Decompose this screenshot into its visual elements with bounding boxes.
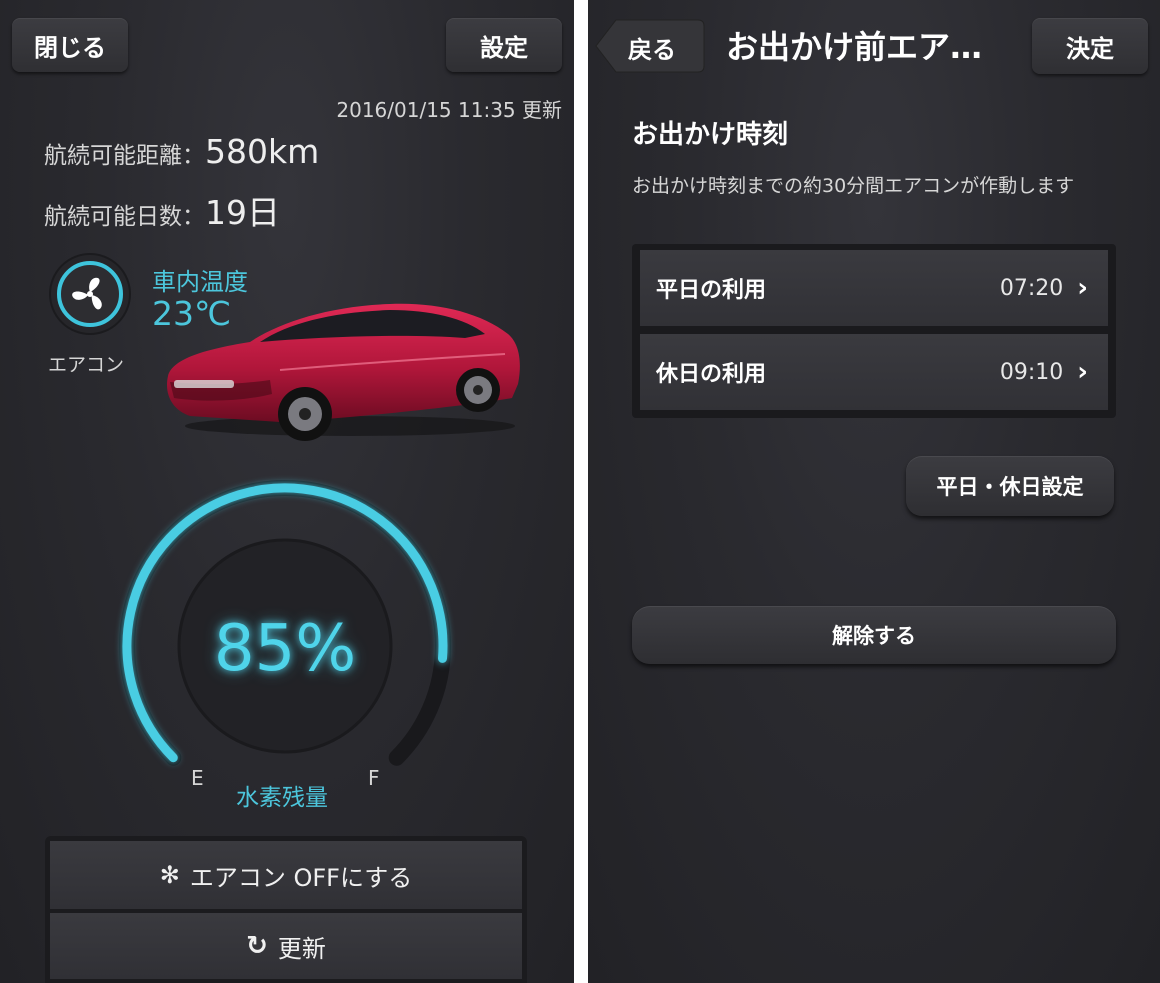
- last-updated-timestamp: 2016/01/15 11:35 更新: [336, 98, 562, 122]
- car-image: [166, 303, 520, 441]
- chevron-right-icon: ›: [1077, 273, 1088, 303]
- refresh-icon: ↻: [246, 931, 268, 961]
- driving-days-value: 19日: [205, 193, 280, 232]
- section-title: お出かけ時刻: [632, 120, 789, 150]
- chevron-right-icon: ›: [1077, 357, 1088, 387]
- hydrogen-percent: 85%: [213, 612, 357, 686]
- refresh-label: 更新: [277, 934, 326, 963]
- hydrogen-remaining-label: 水素残量: [236, 785, 328, 811]
- holiday-schedule-row[interactable]: 休日の利用 09:10 ›: [640, 334, 1108, 410]
- weekday-label: 平日の利用: [656, 278, 767, 303]
- weekday-holiday-settings-button[interactable]: 平日・休日設定: [906, 456, 1114, 516]
- fan-icon: [49, 253, 131, 335]
- vehicle-status-screen: 閉じる 設定 2016/01/15 11:35 更新 航続可能距離：580km …: [0, 0, 574, 983]
- weekday-schedule-row[interactable]: 平日の利用 07:20 ›: [640, 250, 1108, 326]
- close-button[interactable]: 閉じる: [12, 18, 128, 72]
- aircon-off-button[interactable]: ✻ エアコン OFFにする: [50, 841, 522, 909]
- aircon-off-label: エアコン OFFにする: [189, 863, 413, 892]
- gauge-full-label: F: [368, 766, 380, 790]
- confirm-button-label: 決定: [1066, 34, 1114, 63]
- fan-icon: ✻: [159, 861, 180, 889]
- gauge-empty-label: E: [191, 766, 204, 790]
- holiday-label: 休日の利用: [656, 362, 767, 387]
- cancel-timer-label: 解除する: [832, 624, 916, 648]
- driving-range: 航続可能距離：580km: [44, 132, 319, 171]
- driving-days-label: 航続可能日数：: [44, 204, 205, 230]
- weekday-holiday-settings-label: 平日・休日設定: [936, 475, 1084, 499]
- section-description: お出かけ時刻までの約30分間エアコンが作動します: [632, 175, 1075, 197]
- confirm-button[interactable]: 決定: [1032, 18, 1148, 74]
- driving-days: 航続可能日数：19日: [44, 186, 280, 234]
- weekday-time: 07:20: [999, 275, 1064, 301]
- pre-departure-aircon-screen: 戻る お出かけ前エア… 決定 お出かけ時刻 お出かけ時刻までの約30分間エアコン…: [588, 0, 1160, 983]
- settings-button[interactable]: 設定: [446, 18, 562, 72]
- settings-button-label: 設定: [480, 33, 528, 62]
- refresh-button[interactable]: ↻ 更新: [50, 913, 522, 979]
- driving-range-value: 580km: [205, 132, 320, 171]
- back-button-label: 戻る: [628, 36, 676, 64]
- cancel-timer-button[interactable]: 解除する: [632, 606, 1116, 664]
- holiday-time: 09:10: [999, 359, 1064, 385]
- driving-range-label: 航続可能距離：: [44, 143, 205, 169]
- page-title: お出かけ前エア…: [726, 28, 983, 66]
- close-button-label: 閉じる: [34, 33, 106, 62]
- cabin-temp-label: 車内温度: [152, 268, 248, 296]
- aircon-toggle[interactable]: [48, 252, 132, 336]
- aircon-label: エアコン: [48, 354, 125, 376]
